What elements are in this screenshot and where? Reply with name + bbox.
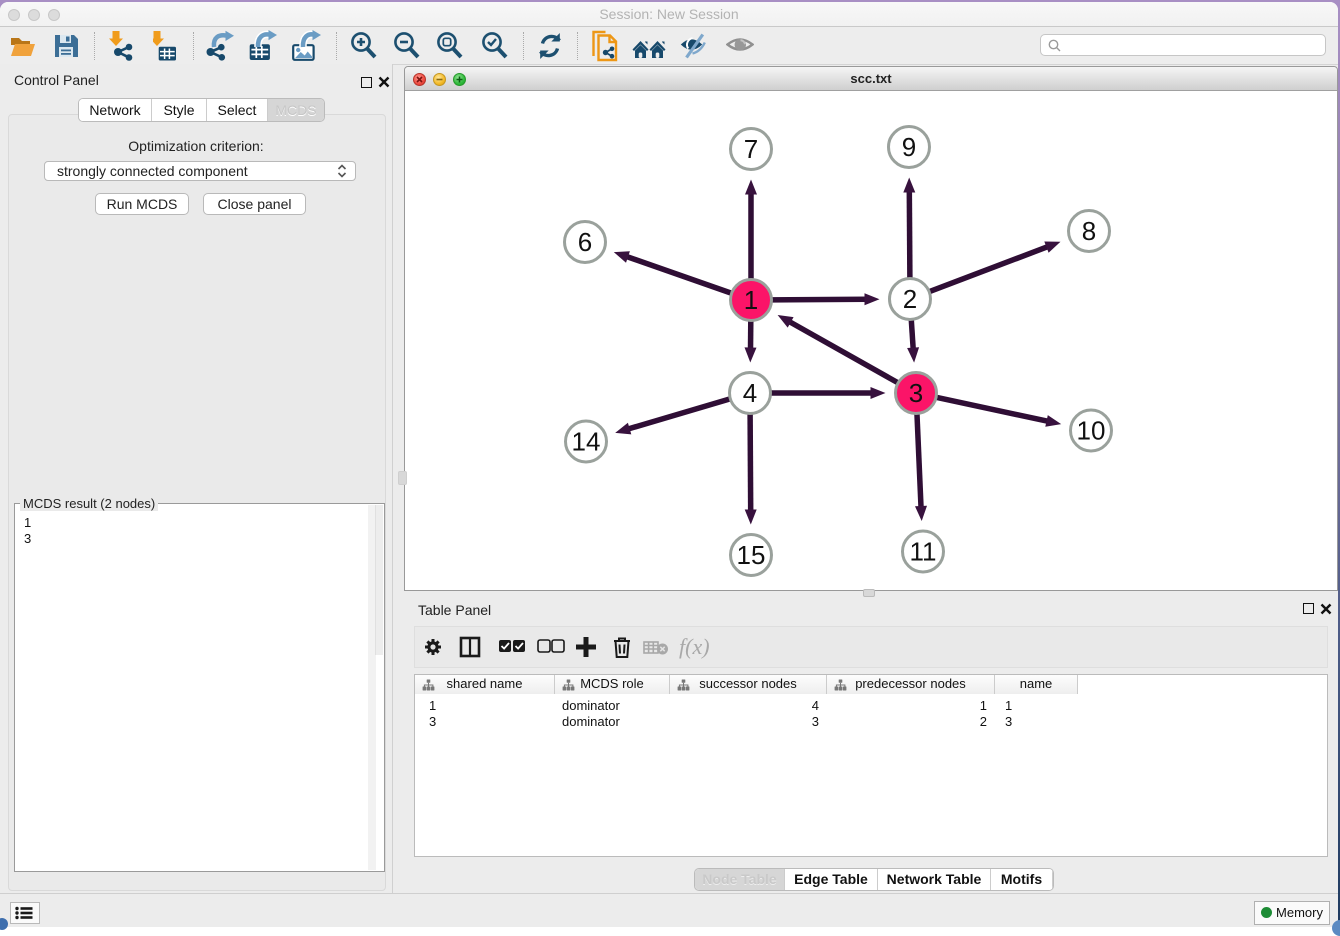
svg-text:3: 3 [909, 378, 923, 408]
svg-text:10: 10 [1077, 416, 1106, 446]
svg-text:1: 1 [744, 285, 758, 315]
svg-text:6: 6 [578, 227, 592, 257]
svg-text:7: 7 [744, 134, 758, 164]
svg-text:9: 9 [902, 132, 916, 162]
svg-text:14: 14 [572, 427, 601, 457]
svg-text:2: 2 [903, 284, 917, 314]
svg-text:4: 4 [743, 378, 757, 408]
svg-text:f(x): f(x) [679, 634, 710, 659]
svg-text:15: 15 [737, 540, 766, 570]
svg-text:11: 11 [910, 537, 937, 567]
svg-text:8: 8 [1082, 216, 1096, 246]
